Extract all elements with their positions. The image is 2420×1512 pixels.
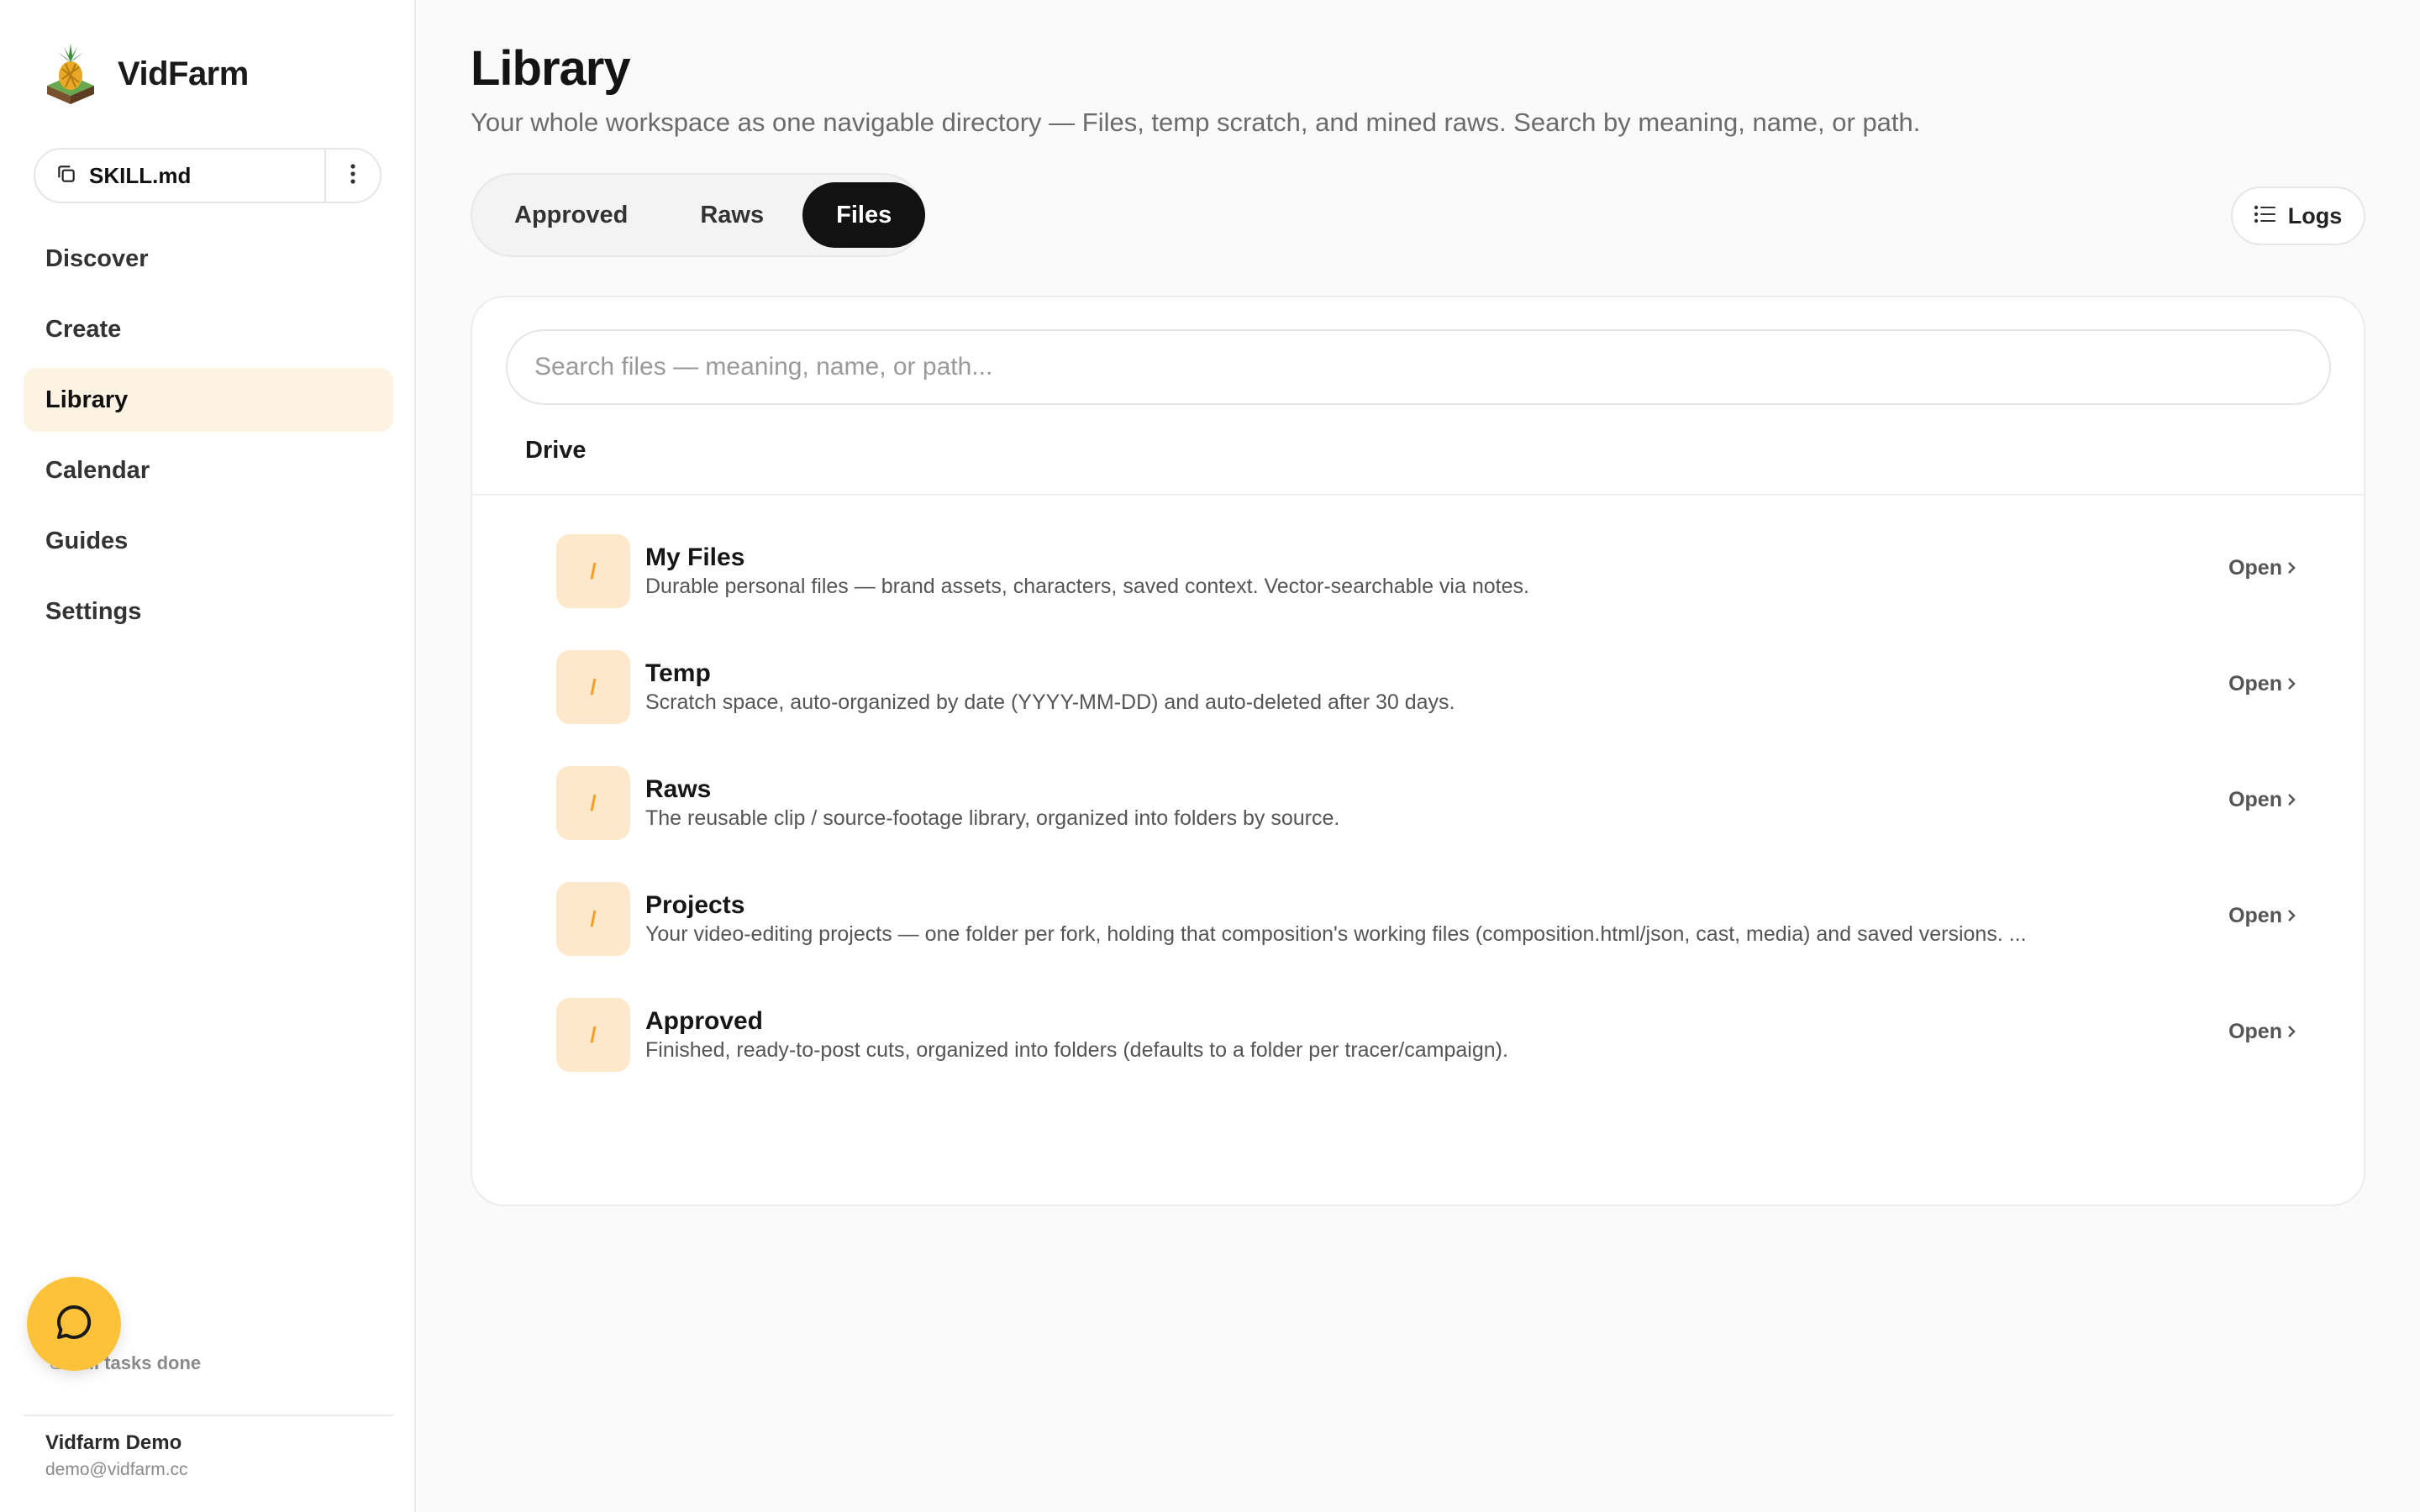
skill-file-pill: SKILL.md — [34, 148, 381, 203]
skill-more-button[interactable] — [326, 150, 380, 202]
tab-approved[interactable]: Approved — [481, 182, 661, 248]
sidebar-item-library[interactable]: Library — [24, 368, 393, 432]
skill-file-button[interactable]: SKILL.md — [35, 150, 326, 202]
folder-icon: / — [556, 650, 630, 724]
sidebar-divider — [24, 1415, 393, 1416]
list-icon — [2254, 203, 2276, 229]
logs-label: Logs — [2287, 202, 2343, 228]
logs-button[interactable]: Logs — [2231, 186, 2365, 245]
folder-title: Temp — [645, 659, 711, 687]
copy-icon — [55, 163, 77, 189]
chat-bubble-icon — [54, 1302, 94, 1347]
chevron-right-icon — [2287, 904, 2296, 928]
folder-description: Your video-editing projects — one folder… — [645, 922, 2027, 946]
main-content: Library Your whole workspace as one navi… — [416, 0, 2420, 1512]
folder-row-approved[interactable]: / Approved Finished, ready-to-post cuts,… — [556, 998, 2296, 1114]
sidebar-item-calendar[interactable]: Calendar — [24, 438, 393, 502]
files-card: Drive / My Files Durable personal files … — [471, 296, 2365, 1206]
drive-label: Drive — [525, 437, 587, 464]
folder-description: Scratch space, auto-organized by date (Y… — [645, 690, 1455, 714]
chevron-right-icon — [2287, 672, 2296, 696]
open-label: Open — [2228, 556, 2282, 580]
folder-description: The reusable clip / source-footage libra… — [645, 806, 1340, 830]
chevron-right-icon — [2287, 788, 2296, 812]
open-label: Open — [2228, 672, 2282, 696]
sidebar-item-settings[interactable]: Settings — [24, 580, 393, 643]
sidebar-item-create[interactable]: Create — [24, 297, 393, 361]
open-label: Open — [2228, 788, 2282, 811]
open-label: Open — [2228, 1020, 2282, 1043]
folder-title: My Files — [645, 543, 745, 571]
folder-icon: / — [556, 882, 630, 956]
folder-description: Durable personal files — brand assets, c… — [645, 575, 1529, 598]
more-vertical-icon — [350, 163, 356, 189]
folder-title: Raws — [645, 775, 712, 803]
brand[interactable]: VidFarm — [42, 42, 249, 106]
open-label: Open — [2228, 904, 2282, 927]
chevron-right-icon — [2287, 1020, 2296, 1044]
open-folder-button[interactable]: Open — [2228, 904, 2296, 928]
folder-description: Finished, ready-to-post cuts, organized … — [645, 1038, 1508, 1062]
page-subtitle: Your whole workspace as one navigable di… — [471, 108, 1921, 137]
open-folder-button[interactable]: Open — [2228, 556, 2296, 580]
pineapple-logo-icon — [42, 42, 99, 106]
open-folder-button[interactable]: Open — [2228, 788, 2296, 812]
chat-button[interactable] — [27, 1277, 121, 1371]
folder-title: Projects — [645, 891, 745, 919]
folder-icon: / — [556, 534, 630, 608]
drive-folder-list: / My Files Durable personal files — bran… — [556, 534, 2296, 1114]
folder-icon: / — [556, 766, 630, 840]
user-name[interactable]: Vidfarm Demo — [45, 1431, 182, 1455]
folder-icon: / — [556, 998, 630, 1072]
open-folder-button[interactable]: Open — [2228, 672, 2296, 696]
sidebar: VidFarm SKILL.md Discover Create Library… — [0, 0, 416, 1512]
chevron-right-icon — [2287, 556, 2296, 580]
user-email: demo@vidfarm.cc — [45, 1460, 188, 1479]
folder-title: Approved — [645, 1007, 764, 1035]
folder-row-temp[interactable]: / Temp Scratch space, auto-organized by … — [556, 650, 2296, 766]
search-input[interactable] — [506, 329, 2331, 405]
skill-file-label: SKILL.md — [89, 162, 192, 188]
page-title: Library — [471, 41, 631, 96]
brand-name: VidFarm — [118, 55, 249, 92]
open-folder-button[interactable]: Open — [2228, 1020, 2296, 1044]
tab-files[interactable]: Files — [802, 182, 926, 248]
sidebar-nav: Discover Create Library Calendar Guides … — [24, 227, 393, 650]
sidebar-item-guides[interactable]: Guides — [24, 509, 393, 573]
folder-row-my-files[interactable]: / My Files Durable personal files — bran… — [556, 534, 2296, 650]
sidebar-item-discover[interactable]: Discover — [24, 227, 393, 291]
folder-row-projects[interactable]: / Projects Your video-editing projects —… — [556, 882, 2296, 998]
library-tabs: Approved Raws Files — [471, 173, 926, 257]
tab-raws[interactable]: Raws — [666, 182, 797, 248]
folder-row-raws[interactable]: / Raws The reusable clip / source-footag… — [556, 766, 2296, 882]
card-divider — [472, 494, 2364, 496]
